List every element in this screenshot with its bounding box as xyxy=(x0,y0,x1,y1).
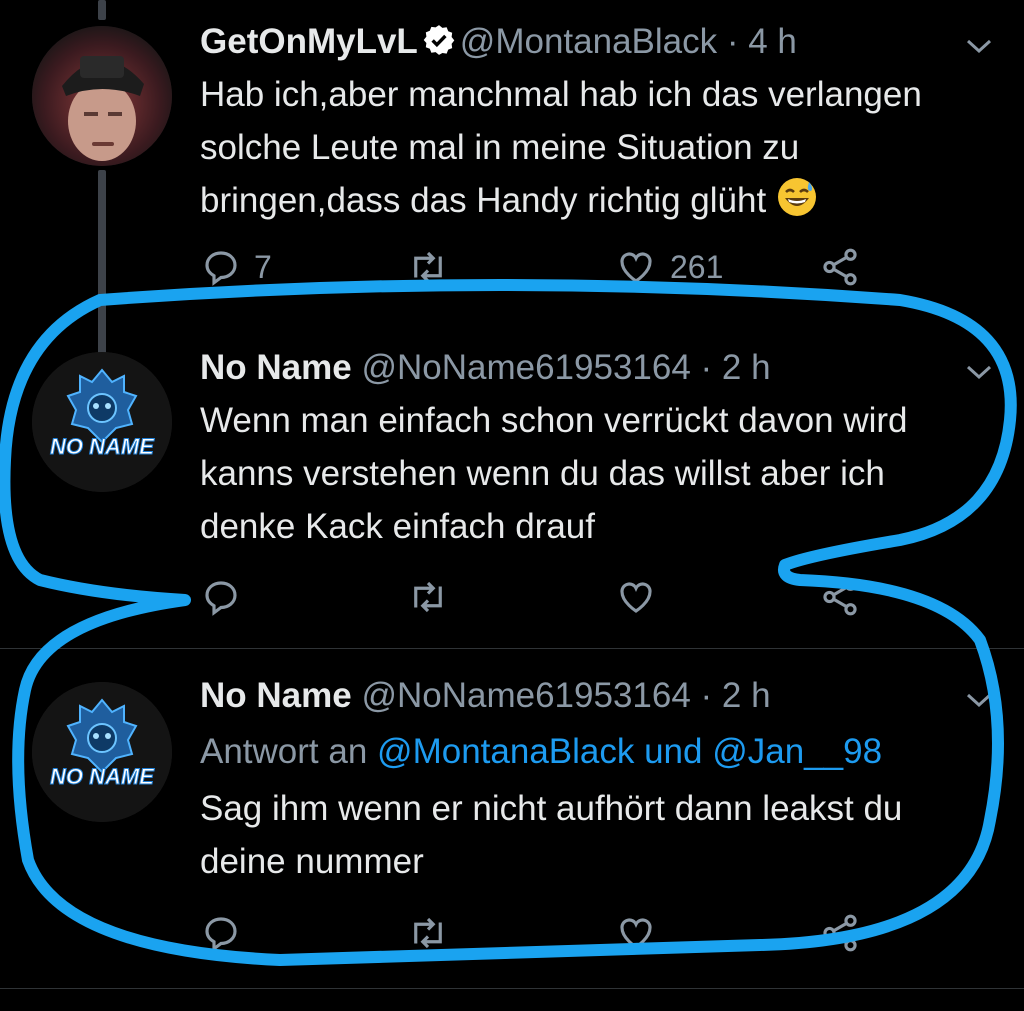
display-name[interactable]: No Name xyxy=(200,676,352,715)
tweet-header: No Name @NoName61953164 · 2 h xyxy=(200,348,771,388)
retweet-icon xyxy=(414,251,442,283)
tweet-text: Hab ich,aber manchmal hab ich das verlan… xyxy=(200,68,922,233)
share-icon xyxy=(823,914,857,952)
timestamp[interactable]: 2 h xyxy=(722,348,771,387)
verified-icon xyxy=(422,23,456,66)
like-button[interactable]: 261 xyxy=(614,246,723,288)
reply-icon xyxy=(205,251,237,286)
share-button[interactable] xyxy=(818,576,862,618)
retweet-button[interactable] xyxy=(406,576,450,618)
like-icon xyxy=(620,918,652,949)
divider xyxy=(0,988,1024,989)
avatar[interactable] xyxy=(32,26,172,166)
timestamp[interactable]: 4 h xyxy=(748,22,797,61)
display-name[interactable]: No Name xyxy=(200,348,352,387)
tweet-1[interactable]: GetOnMyLvL @MontanaBlack · 4 h Hab ich,ab… xyxy=(0,0,1024,300)
user-handle[interactable]: @MontanaBlack xyxy=(460,22,717,61)
text-line: Wenn man einfach schon verrückt davon wi… xyxy=(200,401,908,440)
grinning-face-with-sweat-icon xyxy=(776,176,818,233)
share-button[interactable] xyxy=(818,912,862,954)
tweet-actions: 7 261 xyxy=(200,246,880,296)
tweet-text: Sag ihm wenn er nicht aufhört dann leaks… xyxy=(200,782,902,888)
text-line-with-emoji: bringen,dass das Handy richtig glüht xyxy=(200,174,922,233)
chevron-down-icon[interactable] xyxy=(964,362,994,387)
reply-to-line: Antwort an @MontanaBlack und @Jan__98 xyxy=(200,732,882,772)
share-icon xyxy=(823,248,857,286)
avatar-label: NO NAME xyxy=(50,764,155,789)
like-count: 261 xyxy=(670,248,724,285)
text-line: deine nummer xyxy=(200,842,424,881)
tweet-header: GetOnMyLvL @MontanaBlack · 4 h xyxy=(200,22,797,66)
user-handle[interactable]: @NoName61953164 xyxy=(361,676,690,715)
like-icon xyxy=(620,252,652,283)
text-line: kanns verstehen wenn du das willst aber … xyxy=(200,454,885,493)
user-handle[interactable]: @NoName61953164 xyxy=(361,348,690,387)
separator: · xyxy=(717,22,749,61)
like-icon xyxy=(620,582,652,613)
share-button[interactable] xyxy=(818,246,862,288)
avatar-label: NO NAME xyxy=(50,434,155,459)
reply-button[interactable] xyxy=(200,576,242,618)
reply-button[interactable]: 7 xyxy=(200,246,272,288)
reply-to-prefix: Antwort an xyxy=(200,732,368,771)
reply-icon xyxy=(205,917,237,952)
tweet-text: Wenn man einfach schon verrückt davon wi… xyxy=(200,394,908,553)
chevron-down-icon[interactable] xyxy=(964,690,994,715)
avatar[interactable]: NO NAME xyxy=(32,352,172,492)
retweet-button[interactable] xyxy=(406,912,450,954)
chevron-down-icon[interactable] xyxy=(964,36,994,61)
tweet-2[interactable]: NO NAME No Name @NoName61953164 · 2 h We… xyxy=(0,330,1024,650)
timestamp[interactable]: 2 h xyxy=(722,676,771,715)
retweet-button[interactable] xyxy=(406,246,450,288)
text-line: denke Kack einfach drauf xyxy=(200,507,595,546)
tweet-actions xyxy=(200,912,880,962)
reply-icon xyxy=(205,581,237,616)
no-name-logo: NO NAME xyxy=(32,682,172,822)
separator: · xyxy=(690,348,722,387)
text-line: solche Leute mal in meine Situation zu xyxy=(200,128,800,167)
like-button[interactable] xyxy=(614,576,658,618)
no-name-logo: NO NAME xyxy=(32,352,172,492)
divider xyxy=(0,648,1024,649)
reply-button[interactable] xyxy=(200,912,242,954)
retweet-icon xyxy=(414,917,442,949)
display-name[interactable]: GetOnMyLvL xyxy=(200,22,418,61)
tweet-actions xyxy=(200,576,880,626)
reply-count: 7 xyxy=(254,248,272,285)
avatar-photo xyxy=(32,26,172,166)
text-line: Hab ich,aber manchmal hab ich das verlan… xyxy=(200,75,922,114)
tweet-3[interactable]: NO NAME No Name @NoName61953164 · 2 h An… xyxy=(0,660,1024,990)
avatar[interactable]: NO NAME xyxy=(32,682,172,822)
separator: · xyxy=(690,676,722,715)
text-line: Sag ihm wenn er nicht aufhört dann leaks… xyxy=(200,789,903,828)
share-icon xyxy=(823,578,857,616)
tweet-header: No Name @NoName61953164 · 2 h xyxy=(200,676,771,716)
reply-to-mentions[interactable]: @MontanaBlack und @Jan__98 xyxy=(377,732,882,771)
like-button[interactable] xyxy=(614,912,658,954)
retweet-icon xyxy=(414,581,442,613)
